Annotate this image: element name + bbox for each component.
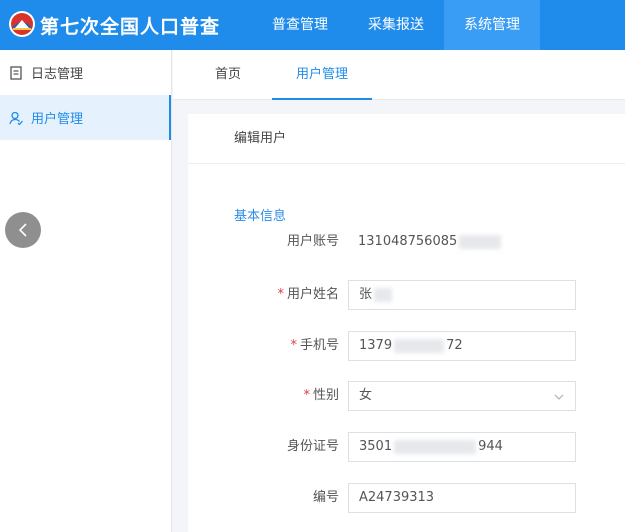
tab-user-management[interactable]: 用户管理 — [272, 50, 372, 100]
name-row: * 用户姓名 张 — [188, 280, 625, 310]
sidebar-item-label: 日志管理 — [31, 67, 84, 82]
edit-user-card: 编辑用户 基本信息 用户账号 131048756085 * 用户姓名 张 * 手机号… — [188, 114, 625, 532]
code-row: 编号 A24739313 — [188, 483, 625, 513]
log-document-icon — [8, 65, 24, 81]
code-input[interactable]: A24739313 — [348, 483, 576, 513]
account-value: 131048756085 — [358, 227, 502, 257]
account-row: 用户账号 131048756085 — [188, 227, 625, 257]
user-icon — [8, 110, 24, 126]
gender-label: * 性别 — [303, 388, 339, 403]
sidebar-item-users[interactable]: 用户管理 — [0, 95, 171, 140]
nav-collection-reporting[interactable]: 采集报送 — [348, 0, 444, 50]
section-title: 基本信息 — [234, 209, 287, 224]
sidebar-item-label: 用户管理 — [31, 112, 84, 127]
phone-row: * 手机号 1379 72 — [188, 331, 625, 361]
top-bar: 第七次全国人口普查 普查管理 采集报送 系统管理 — [0, 0, 625, 50]
idcard-row: 身份证号 3501 944 — [188, 432, 625, 462]
nav-system-management[interactable]: 系统管理 — [444, 0, 540, 50]
nav-census-management[interactable]: 普查管理 — [252, 0, 348, 50]
sidebar-item-logs[interactable]: 日志管理 — [0, 50, 171, 95]
name-input[interactable]: 张 — [348, 280, 576, 310]
account-label: 用户账号 — [286, 234, 339, 249]
idcard-input[interactable]: 3501 944 — [348, 432, 576, 462]
gender-row: * 性别 女 — [188, 381, 625, 411]
back-button[interactable] — [5, 212, 41, 248]
gender-select[interactable]: 女 — [348, 381, 576, 411]
chevron-left-icon — [18, 223, 27, 237]
card-title: 编辑用户 — [188, 114, 625, 164]
top-nav: 普查管理 采集报送 系统管理 — [252, 0, 540, 50]
sidebar: 日志管理 用户管理 — [0, 50, 172, 532]
phone-label: * 手机号 — [290, 338, 339, 353]
app-title: 第七次全国人口普查 — [40, 16, 221, 38]
census-logo-icon — [9, 11, 35, 37]
name-label: * 用户姓名 — [277, 287, 339, 302]
idcard-label: 身份证号 — [286, 439, 339, 454]
tab-bar: 首页 用户管理 — [173, 50, 625, 100]
code-label: 编号 — [312, 490, 339, 505]
tab-home[interactable]: 首页 — [203, 50, 253, 100]
chevron-down-icon — [554, 394, 564, 400]
phone-input[interactable]: 1379 72 — [348, 331, 576, 361]
